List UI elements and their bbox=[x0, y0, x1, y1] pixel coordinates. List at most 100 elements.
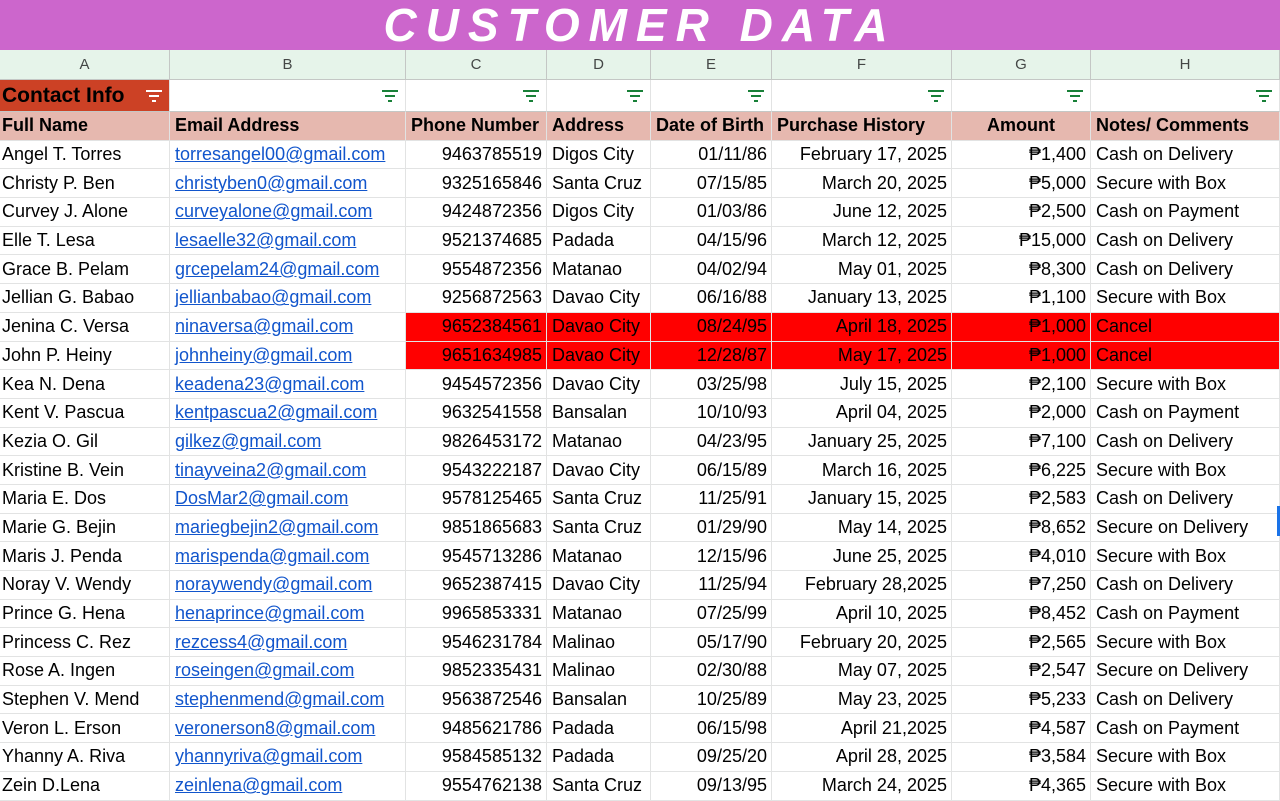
cell-date-of-birth[interactable]: 10/25/89 bbox=[651, 685, 772, 715]
cell-full-name[interactable]: Angel T. Torres bbox=[0, 140, 170, 170]
cell-address[interactable]: Santa Cruz bbox=[547, 771, 651, 801]
cell-purchase-history[interactable]: April 28, 2025 bbox=[772, 743, 952, 772]
cell-purchase-history[interactable]: January 15, 2025 bbox=[772, 484, 952, 514]
cell-amount[interactable]: ₱2,583 bbox=[952, 484, 1091, 514]
cell-amount[interactable]: ₱5,000 bbox=[952, 169, 1091, 199]
cell-date-of-birth[interactable]: 07/15/85 bbox=[651, 169, 772, 199]
cell-amount[interactable]: ₱6,225 bbox=[952, 456, 1091, 485]
cell-email-link[interactable]: DosMar2@gmail.com bbox=[170, 484, 406, 514]
cell-date-of-birth[interactable]: 12/28/87 bbox=[651, 341, 772, 371]
cell-full-name[interactable]: Elle T. Lesa bbox=[0, 226, 170, 256]
cell-address[interactable]: Matanao bbox=[547, 542, 651, 571]
cell-email-link[interactable]: lesaelle32@gmail.com bbox=[170, 226, 406, 256]
cell-address[interactable]: Davao City bbox=[547, 370, 651, 399]
cell-email-link[interactable]: johnheiny@gmail.com bbox=[170, 341, 406, 371]
cell-amount[interactable]: ₱7,100 bbox=[952, 427, 1091, 457]
cell-notes-comments[interactable]: Secure with Box bbox=[1091, 542, 1280, 571]
cell-amount[interactable]: ₱1,000 bbox=[952, 312, 1091, 342]
cell-amount[interactable]: ₱4,587 bbox=[952, 714, 1091, 744]
cell-notes-comments[interactable]: Cash on Payment bbox=[1091, 714, 1280, 744]
cell-phone-number[interactable]: 9424872356 bbox=[406, 198, 547, 227]
header-date-of-birth[interactable]: Date of Birth bbox=[651, 112, 772, 141]
cell-phone-number[interactable]: 9563872546 bbox=[406, 685, 547, 715]
cell-email-link[interactable]: christyben0@gmail.com bbox=[170, 169, 406, 199]
cell-purchase-history[interactable]: March 20, 2025 bbox=[772, 169, 952, 199]
cell-date-of-birth[interactable]: 01/11/86 bbox=[651, 140, 772, 170]
cell-email-link[interactable]: torresangel00@gmail.com bbox=[170, 140, 406, 170]
cell-amount[interactable]: ₱5,233 bbox=[952, 685, 1091, 715]
cell-address[interactable]: Padada bbox=[547, 226, 651, 256]
cell-date-of-birth[interactable]: 04/23/95 bbox=[651, 427, 772, 457]
cell-date-of-birth[interactable]: 06/16/88 bbox=[651, 284, 772, 313]
cell-phone-number[interactable]: 9651634985 bbox=[406, 341, 547, 371]
cell-full-name[interactable]: Stephen V. Mend bbox=[0, 685, 170, 715]
cell-notes-comments[interactable]: Cash on Delivery bbox=[1091, 226, 1280, 256]
cell-address[interactable]: Santa Cruz bbox=[547, 169, 651, 199]
cell-phone-number[interactable]: 9545713286 bbox=[406, 542, 547, 571]
cell-purchase-history[interactable]: April 04, 2025 bbox=[772, 398, 952, 428]
cell-date-of-birth[interactable]: 01/03/86 bbox=[651, 198, 772, 227]
filter-icon[interactable] bbox=[522, 89, 540, 103]
cell-full-name[interactable]: Kristine B. Vein bbox=[0, 456, 170, 485]
column-header-e[interactable]: E bbox=[651, 50, 772, 80]
cell-address[interactable]: Davao City bbox=[547, 312, 651, 342]
filter-icon[interactable] bbox=[747, 89, 765, 103]
cell-full-name[interactable]: Marie G. Bejin bbox=[0, 513, 170, 543]
cell-phone-number[interactable]: 9584585132 bbox=[406, 743, 547, 772]
cell-purchase-history[interactable]: May 14, 2025 bbox=[772, 513, 952, 543]
cell-address[interactable]: Bansalan bbox=[547, 398, 651, 428]
filter-cell-h[interactable] bbox=[1091, 80, 1280, 112]
cell-notes-comments[interactable]: Secure with Box bbox=[1091, 628, 1280, 658]
cell-address[interactable]: Davao City bbox=[547, 284, 651, 313]
cell-full-name[interactable]: John P. Heiny bbox=[0, 341, 170, 371]
cell-address[interactable]: Padada bbox=[547, 743, 651, 772]
cell-purchase-history[interactable]: April 10, 2025 bbox=[772, 599, 952, 629]
cell-amount[interactable]: ₱4,010 bbox=[952, 542, 1091, 571]
header-notes-comments[interactable]: Notes/ Comments bbox=[1091, 112, 1280, 141]
filter-cell-e[interactable] bbox=[651, 80, 772, 112]
cell-date-of-birth[interactable]: 07/25/99 bbox=[651, 599, 772, 629]
filter-cell-b[interactable] bbox=[170, 80, 406, 112]
cell-date-of-birth[interactable]: 04/02/94 bbox=[651, 255, 772, 285]
cell-email-link[interactable]: ninaversa@gmail.com bbox=[170, 312, 406, 342]
filter-icon[interactable] bbox=[145, 89, 163, 103]
cell-address[interactable]: Padada bbox=[547, 714, 651, 744]
column-header-f[interactable]: F bbox=[772, 50, 952, 80]
cell-full-name[interactable]: Grace B. Pelam bbox=[0, 255, 170, 285]
filter-cell-f[interactable] bbox=[772, 80, 952, 112]
cell-amount[interactable]: ₱8,300 bbox=[952, 255, 1091, 285]
header-address[interactable]: Address bbox=[547, 112, 651, 141]
filter-cell-d[interactable] bbox=[547, 80, 651, 112]
cell-purchase-history[interactable]: March 16, 2025 bbox=[772, 456, 952, 485]
cell-phone-number[interactable]: 9851865683 bbox=[406, 513, 547, 543]
cell-amount[interactable]: ₱7,250 bbox=[952, 571, 1091, 600]
cell-full-name[interactable]: Jenina C. Versa bbox=[0, 312, 170, 342]
section-title-cell[interactable]: Contact Info bbox=[0, 80, 170, 112]
cell-full-name[interactable]: Kent V. Pascua bbox=[0, 398, 170, 428]
cell-email-link[interactable]: roseingen@gmail.com bbox=[170, 657, 406, 686]
cell-email-link[interactable]: noraywendy@gmail.com bbox=[170, 571, 406, 600]
cell-purchase-history[interactable]: May 07, 2025 bbox=[772, 657, 952, 686]
cell-notes-comments[interactable]: Cash on Payment bbox=[1091, 398, 1280, 428]
cell-date-of-birth[interactable]: 09/13/95 bbox=[651, 771, 772, 801]
cell-date-of-birth[interactable]: 05/17/90 bbox=[651, 628, 772, 658]
cell-email-link[interactable]: grcepelam24@gmail.com bbox=[170, 255, 406, 285]
header-phone-number[interactable]: Phone Number bbox=[406, 112, 547, 141]
cell-email-link[interactable]: curveyalone@gmail.com bbox=[170, 198, 406, 227]
cell-purchase-history[interactable]: April 21,2025 bbox=[772, 714, 952, 744]
cell-email-link[interactable]: tinayveina2@gmail.com bbox=[170, 456, 406, 485]
cell-phone-number[interactable]: 9325165846 bbox=[406, 169, 547, 199]
cell-amount[interactable]: ₱2,500 bbox=[952, 198, 1091, 227]
cell-address[interactable]: Davao City bbox=[547, 571, 651, 600]
cell-purchase-history[interactable]: May 01, 2025 bbox=[772, 255, 952, 285]
cell-notes-comments[interactable]: Secure on Delivery bbox=[1091, 513, 1280, 543]
cell-amount[interactable]: ₱2,100 bbox=[952, 370, 1091, 399]
cell-date-of-birth[interactable]: 08/24/95 bbox=[651, 312, 772, 342]
cell-notes-comments[interactable]: Cash on Payment bbox=[1091, 599, 1280, 629]
cell-notes-comments[interactable]: Secure on Delivery bbox=[1091, 657, 1280, 686]
cell-date-of-birth[interactable]: 06/15/89 bbox=[651, 456, 772, 485]
cell-notes-comments[interactable]: Cancel bbox=[1091, 341, 1280, 371]
cell-purchase-history[interactable]: May 23, 2025 bbox=[772, 685, 952, 715]
cell-phone-number[interactable]: 9256872563 bbox=[406, 284, 547, 313]
cell-email-link[interactable]: marispenda@gmail.com bbox=[170, 542, 406, 571]
